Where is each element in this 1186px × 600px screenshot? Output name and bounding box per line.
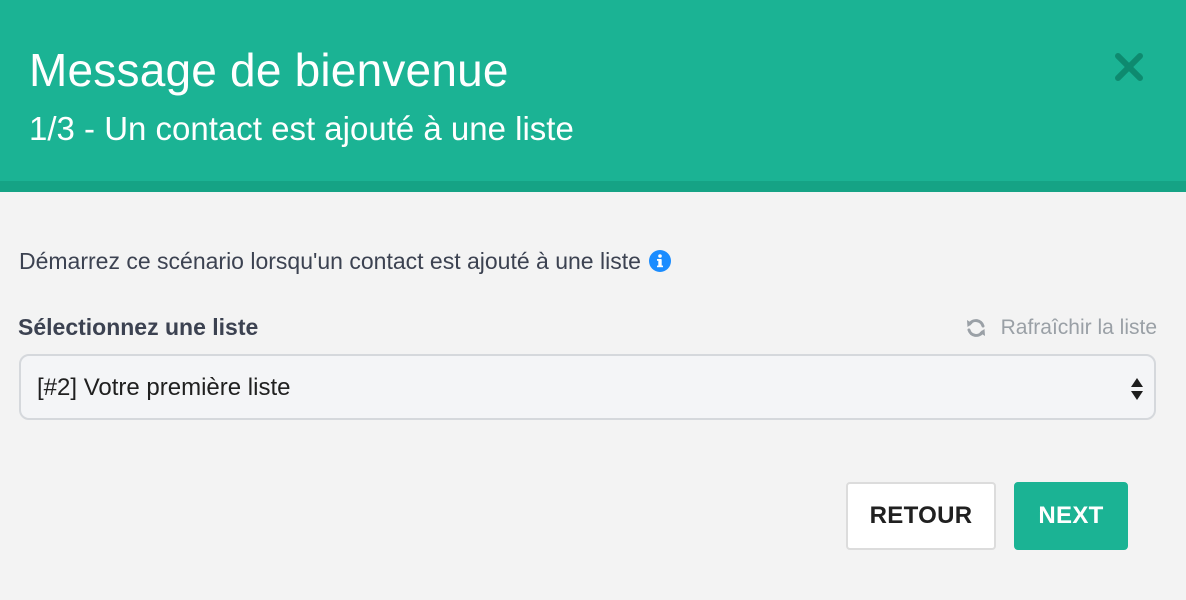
modal-title: Message de bienvenue xyxy=(29,44,509,96)
select-arrows-icon xyxy=(1130,377,1144,401)
list-select[interactable]: [#2] Votre première liste xyxy=(19,354,1156,420)
back-button[interactable]: RETOUR xyxy=(846,482,996,550)
info-circle-icon[interactable] xyxy=(648,250,671,272)
refresh-list-label: Rafraîchir la liste xyxy=(1000,316,1157,339)
select-list-label: Sélectionnez une liste xyxy=(18,314,259,340)
refresh-icon xyxy=(965,317,987,339)
scenario-description: Démarrez ce scénario lorsqu'un contact e… xyxy=(19,246,671,276)
refresh-list-link[interactable]: Rafraîchir la liste xyxy=(965,314,1157,342)
list-select-value: [#2] Votre première liste xyxy=(37,374,291,401)
next-button[interactable]: NEXT xyxy=(1014,482,1128,550)
modal-subtitle: 1/3 - Un contact est ajouté à une liste xyxy=(29,110,574,147)
close-icon xyxy=(1115,53,1143,81)
description-text: Démarrez ce scénario lorsqu'un contact e… xyxy=(19,248,641,274)
modal-header: Message de bienvenue 1/3 - Un contact es… xyxy=(0,0,1186,192)
close-button[interactable] xyxy=(1110,48,1148,86)
